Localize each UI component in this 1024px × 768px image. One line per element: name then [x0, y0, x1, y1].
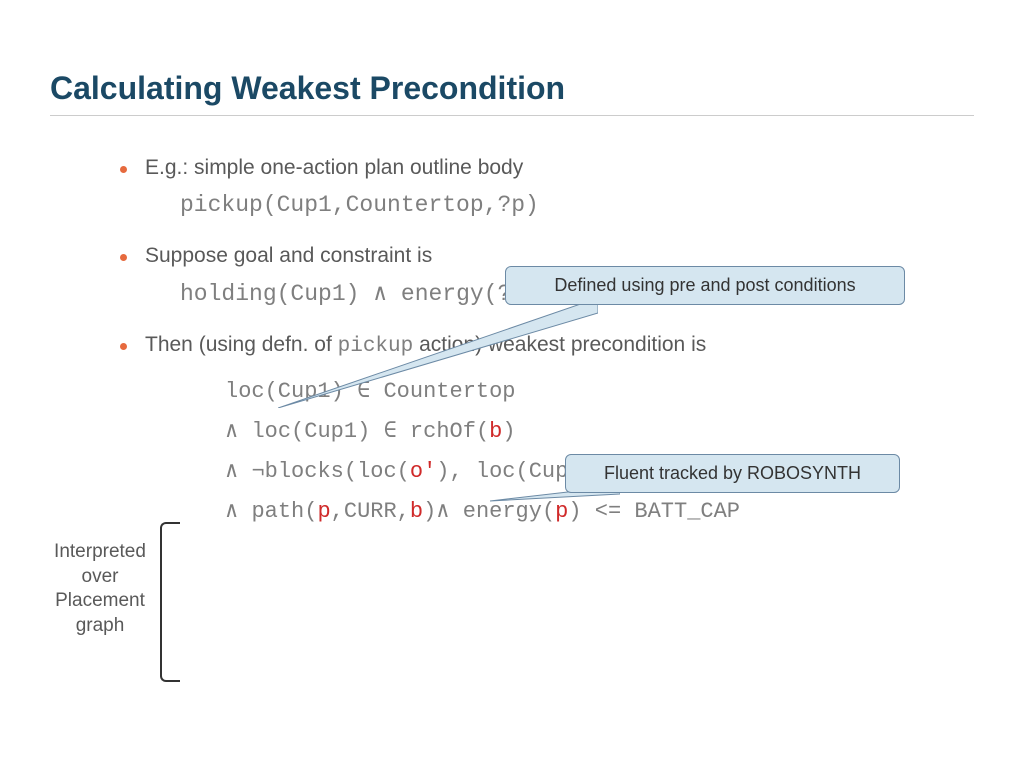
wp3-a: ¬blocks(loc( [238, 459, 410, 484]
wp4-e: ) [423, 499, 436, 524]
wp4-a: path( [238, 499, 317, 524]
slide: Calculating Weakest Precondition E.g.: s… [0, 0, 1024, 768]
callout-pre-post: Defined using pre and post conditions [505, 266, 905, 305]
title-underline [50, 115, 974, 116]
wp4-d: b [410, 499, 423, 524]
wp2-d: ) [502, 419, 515, 444]
wp2-c: b [489, 419, 502, 444]
bullet-2-text: Suppose goal and constraint is [145, 244, 432, 268]
wedge-symbol: ∧ [225, 499, 238, 524]
side-l2: over [40, 565, 160, 590]
wedge-symbol: ∧ [436, 499, 449, 524]
wp-line-2: ∧ loc(Cup1) ∈ rchOf(b) [225, 418, 974, 444]
wp2-a: loc(Cup1) [238, 419, 383, 444]
side-l1: Interpreted [40, 540, 160, 565]
in-symbol: ∈ [383, 419, 396, 444]
side-l4: graph [40, 614, 160, 639]
slide-title: Calculating Weakest Precondition [50, 70, 974, 107]
side-label: Interpreted over Placement graph [40, 540, 160, 639]
curly-bracket-icon [160, 522, 178, 682]
bullet-dot-icon [120, 254, 127, 261]
bullet-dot-icon [120, 343, 127, 350]
wedge-symbol: ∧ [225, 419, 238, 444]
wedge-symbol: ∧ [225, 459, 238, 484]
callout-fluent: Fluent tracked by ROBOSYNTH [565, 454, 900, 493]
wp4-c: ,CURR, [331, 499, 410, 524]
bullet-1: E.g.: simple one-action plan outline bod… [120, 156, 974, 180]
wp4-b: p [317, 499, 330, 524]
bullet-2: Suppose goal and constraint is [120, 244, 974, 268]
bullet-1-text: E.g.: simple one-action plan outline bod… [145, 156, 523, 180]
side-l3: Placement [40, 589, 160, 614]
code-pickup: pickup(Cup1,Countertop,?p) [180, 192, 974, 218]
wp3-b: o' [410, 459, 436, 484]
bullet-dot-icon [120, 166, 127, 173]
wp2-b: rchOf( [397, 419, 489, 444]
callout-1-tail [278, 298, 598, 408]
